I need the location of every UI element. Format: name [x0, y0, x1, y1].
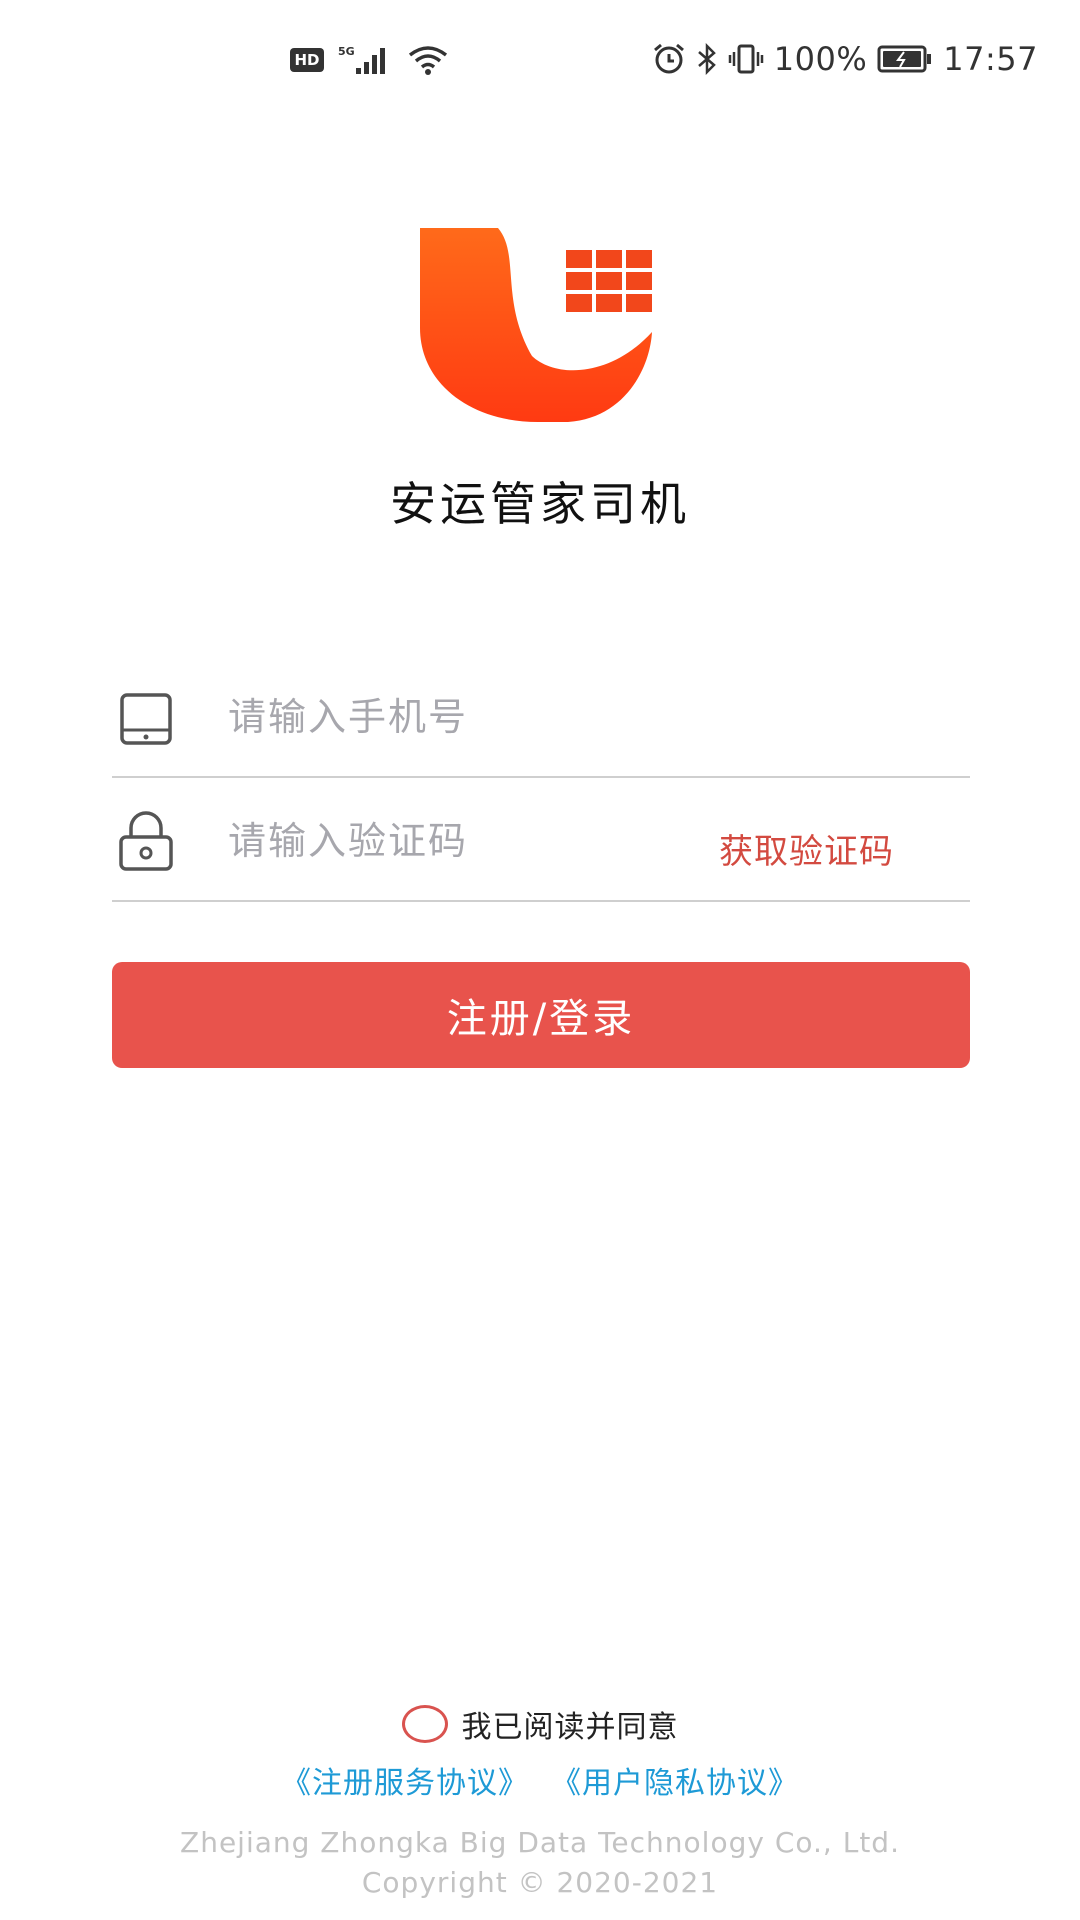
register-login-button[interactable]: 注册/登录 — [112, 962, 970, 1068]
network-type-label: 5G — [338, 45, 355, 58]
footer-copyright: Copyright © 2020-2021 — [361, 1866, 719, 1899]
clock: 17:57 — [943, 40, 1038, 78]
alarm-icon — [653, 43, 684, 74]
signal-icon: 5G — [338, 45, 385, 74]
app-title: 安运管家司机 — [390, 477, 690, 531]
agreement-links: 《注册服务协议》 《用户隐私协议》 — [0, 1758, 1080, 1802]
footer-company: Zhejiang Zhongka Big Data Technology Co.… — [180, 1826, 900, 1859]
status-bar-left: HD 5G — [290, 44, 448, 76]
phone-device-icon — [120, 693, 172, 745]
phone-input[interactable] — [228, 682, 748, 752]
wifi-icon — [408, 46, 448, 75]
phone-row — [112, 656, 970, 778]
agreement-radio[interactable] — [401, 1705, 448, 1743]
status-bar: HD 5G 100% 17:57 — [0, 0, 1080, 128]
battery-icon — [877, 45, 932, 73]
hd-badge: HD — [290, 48, 324, 72]
logo-grid — [566, 250, 652, 312]
code-input[interactable] — [228, 806, 648, 876]
bluetooth-icon — [697, 43, 716, 75]
privacy-agreement-link[interactable]: 《用户隐私协议》 — [551, 1758, 799, 1802]
lock-icon — [119, 811, 173, 871]
agreement-text: 我已阅读并同意 — [461, 1710, 679, 1745]
app-logo — [420, 228, 652, 422]
get-code-button[interactable]: 获取验证码 — [719, 824, 894, 873]
battery-percentage: 100% — [773, 40, 868, 78]
vibrate-icon — [728, 44, 764, 74]
status-bar-right: 100% 17:57 — [652, 40, 1038, 78]
agreement-row: 我已阅读并同意 — [0, 1702, 1080, 1746]
code-row: 获取验证码 — [112, 780, 970, 902]
service-agreement-link[interactable]: 《注册服务协议》 — [281, 1758, 529, 1802]
